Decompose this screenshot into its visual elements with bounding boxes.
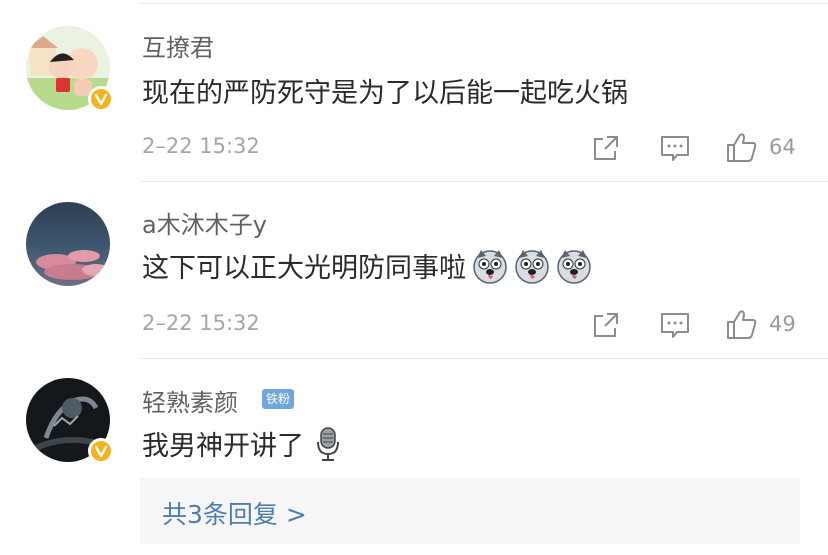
fan-badge: 铁粉 (262, 389, 295, 409)
microphone-emoji (317, 426, 339, 461)
like-count: 64 (769, 135, 796, 159)
avatar[interactable] (26, 202, 110, 286)
comment-text: 现在的严防死守是为了以后能一起吃火锅 (142, 71, 628, 110)
comment-button[interactable] (658, 309, 692, 341)
share-button[interactable] (590, 309, 622, 341)
top-divider (140, 3, 828, 4)
timestamp: 2–22 15:32 (142, 134, 260, 158)
husky-dog-emoji (473, 249, 507, 284)
thumbs-up-icon (727, 133, 757, 162)
comment-text: 这下可以正大光明防同事啦 (142, 246, 592, 285)
comment-icon (661, 313, 689, 338)
verified-v-icon (88, 438, 114, 464)
comment-text-body: 现在的严防死守是为了以后能一起吃火锅 (142, 78, 628, 109)
replies-box[interactable]: 共3条回复 > (140, 478, 800, 544)
username[interactable]: 轻熟素颜 (142, 383, 238, 418)
comment-text-body: 这下可以正大光明防同事啦 (142, 253, 466, 284)
like-button[interactable] (724, 306, 760, 342)
view-replies-link[interactable]: 共3条回复 > (162, 495, 307, 531)
timestamp: 2–22 15:32 (142, 311, 260, 335)
share-button[interactable] (590, 132, 622, 164)
comment-divider (140, 181, 828, 182)
username[interactable]: 互撩君 (142, 28, 214, 63)
username[interactable]: a木沐木子y (142, 205, 267, 240)
verified-v-icon (88, 86, 114, 112)
share-icon (594, 136, 618, 160)
thumbs-up-icon (727, 310, 757, 339)
comment-text: 我男神开讲了 (142, 424, 346, 463)
like-button[interactable] (724, 129, 760, 165)
comment-icon (661, 136, 689, 161)
comment-button[interactable] (658, 132, 692, 164)
husky-dog-emoji (515, 249, 549, 284)
husky-dog-emoji (557, 249, 591, 284)
like-count: 49 (769, 312, 796, 336)
comment-divider (140, 358, 828, 359)
share-icon (594, 313, 618, 337)
sunset-sky-avatar-image (26, 202, 110, 286)
comment-text-body: 我男神开讲了 (142, 431, 304, 462)
